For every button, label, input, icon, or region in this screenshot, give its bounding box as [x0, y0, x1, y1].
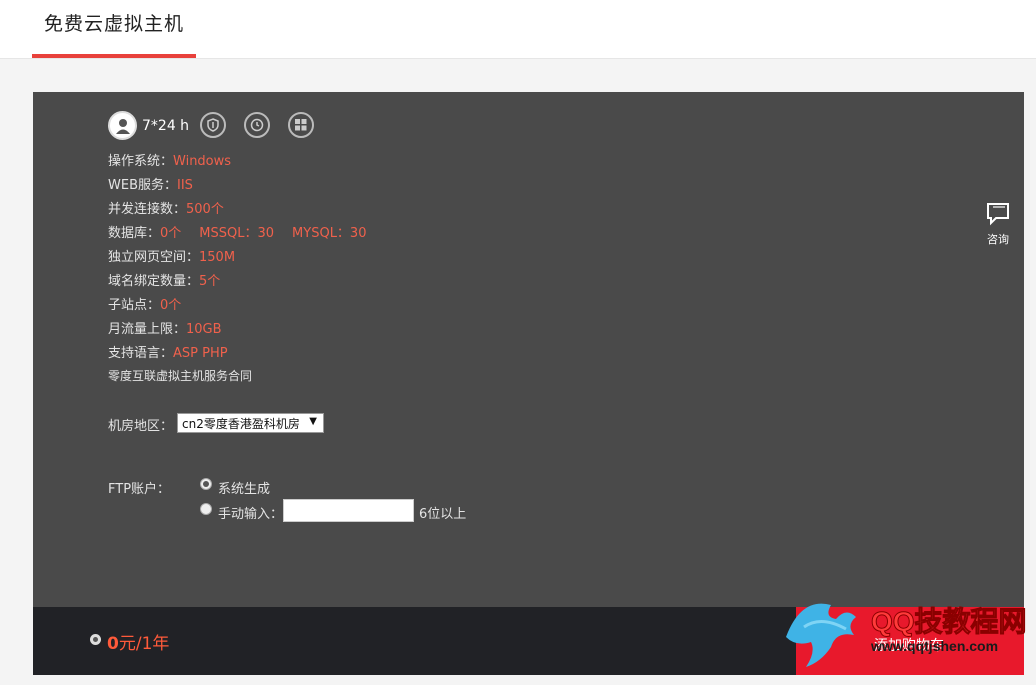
region-select[interactable]: cn2零度香港盈科机房 ▼ — [177, 413, 324, 433]
ftp-auto-radio[interactable] — [200, 478, 212, 490]
price-text: 0元/1年 — [107, 629, 169, 654]
price-amount: 0 — [107, 634, 119, 654]
page-header: 免费云虚拟主机 — [0, 0, 1036, 59]
price-option-radio[interactable] — [90, 634, 101, 645]
ftp-manual-input[interactable] — [283, 499, 414, 522]
support-hours: 7*24 h — [142, 118, 190, 134]
spec-domains: 域名绑定数量：5个 — [108, 274, 221, 289]
shield-icon — [200, 112, 226, 138]
product-panel: 7*24 h 操作系统：Windows WEB服务：IIS 并发连接数：500个… — [33, 92, 1024, 607]
ftp-length-hint: 6位以上 — [419, 507, 467, 522]
dropdown-arrow-icon: ▼ — [309, 416, 317, 427]
add-to-cart-label: 添加购物车 — [874, 637, 944, 653]
consult-button[interactable]: 咨询 — [985, 202, 1011, 247]
windows-icon — [288, 112, 314, 138]
active-tab-underline — [32, 54, 196, 58]
page-title: 免费云虚拟主机 — [44, 13, 185, 35]
spec-subsites: 子站点：0个 — [108, 298, 182, 313]
spec-languages: 支持语言：ASP PHP — [108, 346, 228, 361]
region-label: 机房地区： — [108, 419, 174, 434]
user-icon — [108, 111, 137, 140]
spec-os: 操作系统：Windows — [108, 154, 232, 169]
ftp-manual-radio[interactable] — [200, 503, 212, 515]
ftp-manual-label: 手动输入： — [218, 507, 284, 522]
spec-database: 数据库：0个 MSSQL：30 MYSQL：30 — [108, 226, 367, 241]
spec-traffic: 月流量上限：10GB — [108, 322, 222, 337]
region-selected-value: cn2零度香港盈科机房 — [182, 416, 300, 431]
clock-icon — [244, 112, 270, 138]
ftp-label: FTP账户： — [108, 482, 171, 497]
spec-concurrency: 并发连接数：500个 — [108, 202, 224, 217]
add-to-cart-button[interactable]: 添加购物车 — [796, 607, 1024, 675]
contract-link[interactable]: 零度互联虚拟主机服务合同 — [108, 367, 252, 384]
purchase-bar: 0元/1年 添加购物车 — [33, 607, 1024, 675]
spec-space: 独立网页空间：150M — [108, 250, 236, 265]
spec-web: WEB服务：IIS — [108, 178, 193, 193]
ftp-auto-label: 系统生成 — [218, 482, 271, 497]
price-unit: 元/1年 — [118, 634, 170, 654]
chat-bubble-icon — [987, 203, 1009, 226]
consult-label: 咨询 — [987, 233, 1009, 246]
